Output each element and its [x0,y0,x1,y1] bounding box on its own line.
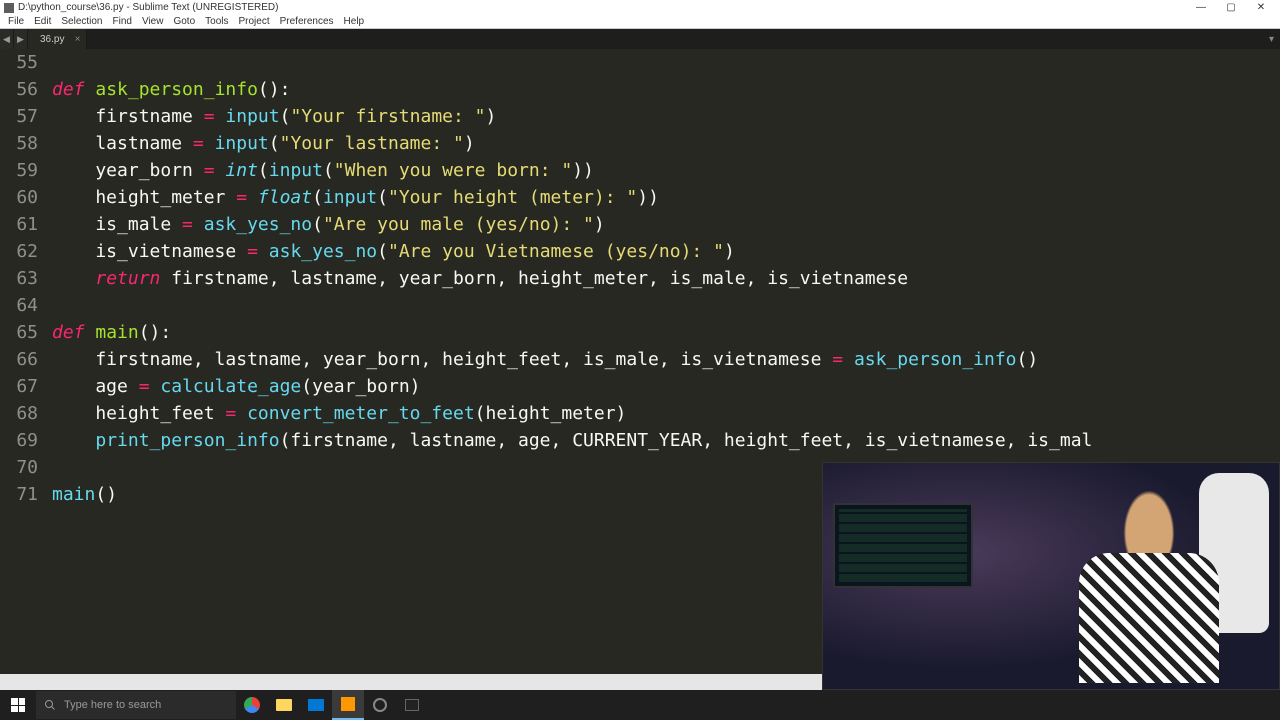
windows-logo-icon [11,698,25,712]
minimize-button[interactable]: — [1186,1,1216,15]
line-number: 68 [0,400,38,427]
menu-project[interactable]: Project [235,16,274,27]
tab-overflow-icon[interactable]: ▾ [1263,29,1280,49]
code-line[interactable] [52,292,1280,319]
window-titlebar: D:\python_course\36.py - Sublime Text (U… [0,0,1280,15]
line-number: 58 [0,130,38,157]
window-title: D:\python_course\36.py - Sublime Text (U… [18,2,278,13]
line-number: 65 [0,319,38,346]
taskbar-apps [236,690,428,720]
code-line[interactable]: return firstname, lastname, year_born, h… [52,265,1280,292]
menu-file[interactable]: File [4,16,28,27]
line-number-gutter: 5556575859606162636465666768697071 [0,49,48,687]
code-line[interactable]: firstname = input("Your firstname: ") [52,103,1280,130]
code-line[interactable]: age = calculate_age(year_born) [52,373,1280,400]
webcam-monitor-shape [833,503,973,588]
start-button[interactable] [0,690,36,720]
code-line[interactable]: firstname, lastname, year_born, height_f… [52,346,1280,373]
menu-view[interactable]: View [138,16,168,27]
code-line[interactable]: height_meter = float(input("Your height … [52,184,1280,211]
code-line[interactable]: def main(): [52,319,1280,346]
maximize-button[interactable]: ▢ [1216,1,1246,15]
window-controls: — ▢ ✕ [1186,1,1276,15]
line-number: 70 [0,454,38,481]
close-button[interactable]: ✕ [1246,1,1276,15]
taskbar-chrome-icon[interactable] [236,690,268,720]
tab-nav-forward-icon[interactable]: ▶ [14,29,28,49]
line-number: 69 [0,427,38,454]
line-number: 60 [0,184,38,211]
webcam-person-shape [1059,483,1239,683]
line-number: 56 [0,76,38,103]
code-line[interactable]: is_vietnamese = ask_yes_no("Are you Viet… [52,238,1280,265]
line-number: 57 [0,103,38,130]
taskbar-explorer-icon[interactable] [268,690,300,720]
windows-taskbar: Type here to search [0,690,1280,720]
code-line[interactable]: is_male = ask_yes_no("Are you male (yes/… [52,211,1280,238]
app-icon [4,3,14,13]
line-number: 62 [0,238,38,265]
code-line[interactable] [52,49,1280,76]
line-number: 67 [0,373,38,400]
tab-close-icon[interactable]: × [75,34,81,45]
tab-label: 36.py [40,34,64,45]
line-number: 59 [0,157,38,184]
tab-nav-back-icon[interactable]: ◀ [0,29,14,49]
menu-goto[interactable]: Goto [169,16,199,27]
taskbar-sublime-icon[interactable] [332,690,364,720]
line-number: 71 [0,481,38,508]
code-line[interactable]: height_feet = convert_meter_to_feet(heig… [52,400,1280,427]
taskbar-mail-icon[interactable] [300,690,332,720]
line-number: 61 [0,211,38,238]
code-line[interactable]: print_person_info(firstname, lastname, a… [52,427,1280,454]
line-number: 64 [0,292,38,319]
menu-preferences[interactable]: Preferences [276,16,338,27]
menu-help[interactable]: Help [340,16,369,27]
search-icon [44,699,56,711]
menu-find[interactable]: Find [109,16,136,27]
line-number: 66 [0,346,38,373]
search-placeholder: Type here to search [64,699,161,711]
line-number: 55 [0,49,38,76]
code-line[interactable]: lastname = input("Your lastname: ") [52,130,1280,157]
menu-selection[interactable]: Selection [57,16,106,27]
tab-bar: ◀ ▶ 36.py × ▾ [0,29,1280,49]
taskbar-terminal-icon[interactable] [396,690,428,720]
menu-edit[interactable]: Edit [30,16,55,27]
taskbar-search[interactable]: Type here to search [36,691,236,719]
taskbar-obs-icon[interactable] [364,690,396,720]
line-number: 63 [0,265,38,292]
code-line[interactable]: year_born = int(input("When you were bor… [52,157,1280,184]
webcam-overlay [822,462,1280,690]
tab-active[interactable]: 36.py × [28,29,87,49]
menu-bar: FileEditSelectionFindViewGotoToolsProjec… [0,15,1280,29]
menu-tools[interactable]: Tools [201,16,232,27]
code-line[interactable]: def ask_person_info(): [52,76,1280,103]
